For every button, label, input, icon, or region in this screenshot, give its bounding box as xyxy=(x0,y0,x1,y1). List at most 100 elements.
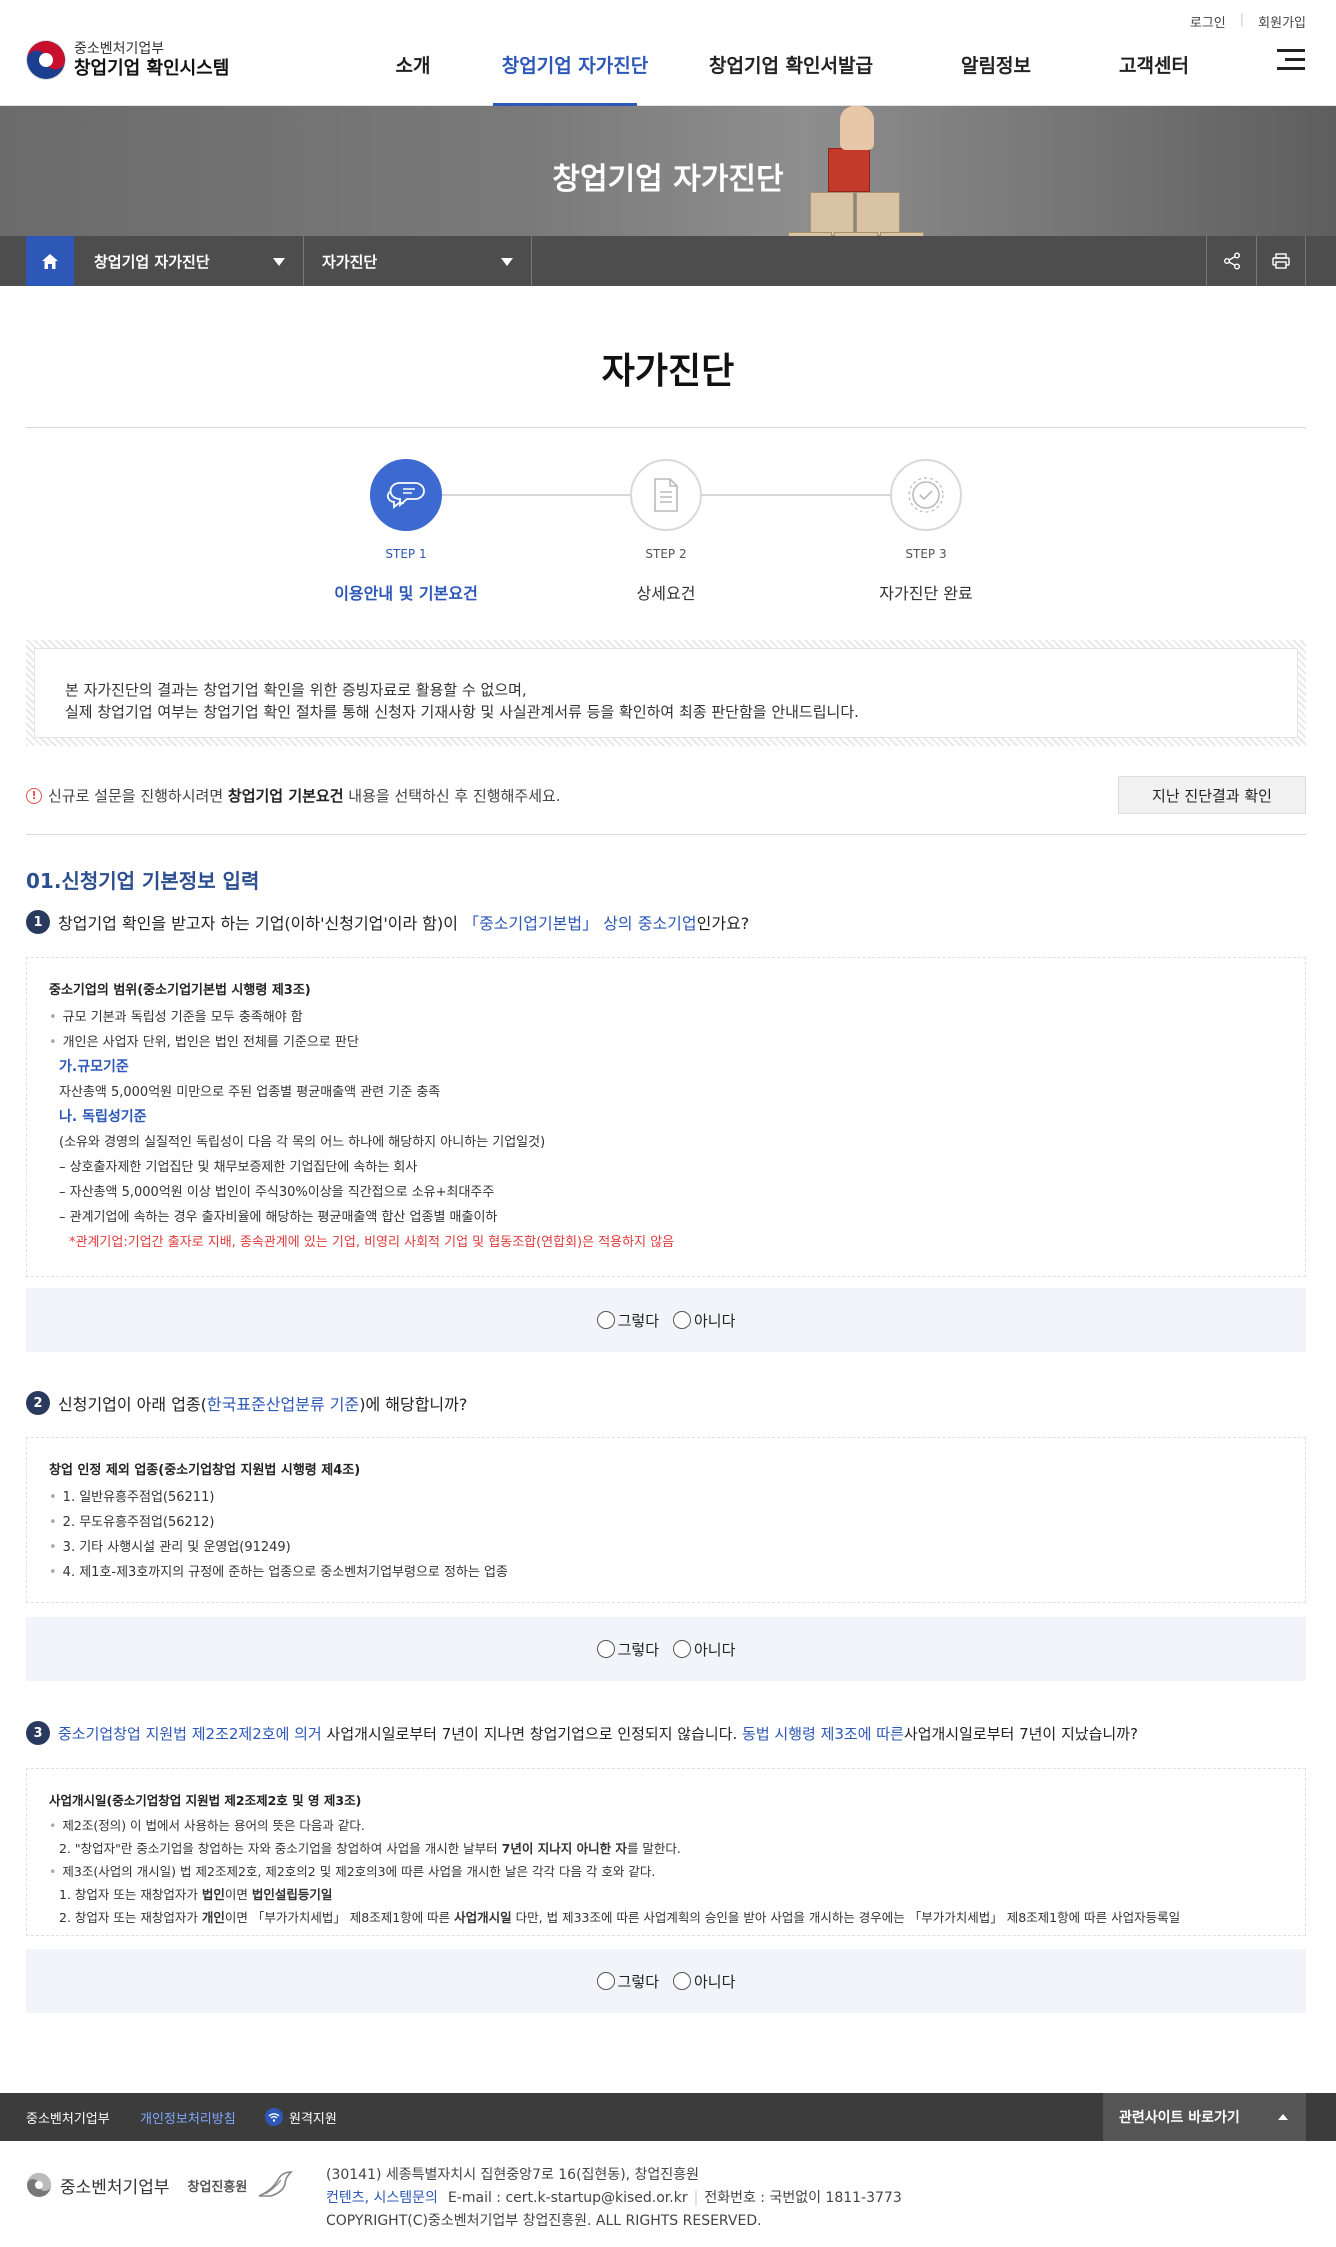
info-bold: 법인 xyxy=(201,1887,225,1902)
related-sites-button[interactable]: 관련사이트 바로가기 xyxy=(1103,2093,1306,2141)
chat-bubble-icon xyxy=(386,482,425,509)
taegeuk-logo-icon xyxy=(26,40,66,80)
footer-link-ministry[interactable]: 중소벤처기업부 xyxy=(26,2093,110,2141)
step-connector xyxy=(701,494,891,496)
q3-text: 사업개시일로부터 7년이 지나면 창업기업으로 인정되지 않습니다. xyxy=(321,1724,743,1743)
q2-yes-radio[interactable]: 그렇다 xyxy=(596,1639,659,1660)
question-2: 2 신청기업이 아래 업종(한국표준산업분류 기준)에 해당합니까? xyxy=(26,1391,467,1415)
section-divider xyxy=(26,834,1306,835)
step1-label: 이용안내 및 기본요건 xyxy=(334,584,478,603)
certified-badge-icon xyxy=(908,477,944,513)
q3-no-radio[interactable]: 아니다 xyxy=(673,1971,735,1992)
footer-copyright: COPYRIGHT(C)중소벤처기업부 창업진흥원. ALL RIGHTS RE… xyxy=(326,2213,762,2229)
location-bar: 창업기업 자가진단 자가진단 xyxy=(0,236,1336,286)
remote-label: 원격지원 xyxy=(289,2111,337,2127)
location-depth2[interactable]: 자가진단 xyxy=(304,236,532,286)
nav-notice[interactable]: 알림정보 xyxy=(951,51,1041,78)
nav-self-diagnosis[interactable]: 창업기업 자가진단 xyxy=(493,51,657,78)
logo-ministry: 중소벤처기업부 xyxy=(74,40,165,57)
q1-text: 창업기업 확인을 받고자 하는 기업(이하'신청기업'이라 함)이 xyxy=(58,914,464,933)
guide-text-pre: 신규로 설문을 진행하시려면 xyxy=(48,787,228,805)
past-result-button[interactable]: 지난 진단결과 확인 xyxy=(1118,776,1306,814)
info-text: 1. 창업자 또는 재창업자가 xyxy=(59,1887,202,1902)
kised-bird-logo-icon xyxy=(258,2171,294,2197)
q3-yes-radio[interactable]: 그렇다 xyxy=(596,1971,659,1992)
step2-label: 상세요건 xyxy=(636,584,696,603)
guide-text-bold: 창업기업 기본요건 xyxy=(227,787,344,805)
q2-kis-link[interactable]: 한국표준산업분류 기준 xyxy=(207,1395,359,1414)
caret-down-icon xyxy=(273,258,285,266)
share-icon[interactable] xyxy=(1206,236,1256,286)
radio-label: 그렇다 xyxy=(617,1311,659,1330)
step1-circle xyxy=(370,459,442,531)
footer-contact-link[interactable]: 컨텐츠, 시스템문의 xyxy=(326,2190,438,2206)
site-header: 로그인 | 회원가입 중소벤처기업부 창업기업 확인시스템 소개 창업기업 자가… xyxy=(0,0,1336,106)
footer-link-remote[interactable]: 원격지원 xyxy=(265,2093,337,2141)
q2-no-radio[interactable]: 아니다 xyxy=(673,1639,735,1660)
info-bold: 개인 xyxy=(201,1910,225,1925)
info-bullet: 4. 제1호-제3호까지의 규정에 준하는 업종으로 중소벤처기업부령으로 정하… xyxy=(62,1565,508,1580)
footer-link-privacy[interactable]: 개인정보처리방침 xyxy=(140,2093,236,2141)
q3-text-end: 사업개시일로부터 7년이 지났습니까? xyxy=(903,1724,1138,1743)
info-text: 2. 창업자 또는 재창업자가 xyxy=(59,1910,202,1925)
location-depth2-label: 자가진단 xyxy=(322,252,378,271)
q2-info-box: 창업 인정 제외 업종(중소기업창업 지원법 시행령 제4조) • 1. 일반유흥… xyxy=(26,1437,1306,1603)
info-heading: 사업개시일(중소기업창업 지원법 제2조제2호 및 영 제3조) xyxy=(49,1793,362,1808)
radio-label: 그렇다 xyxy=(617,1972,659,1991)
wifi-icon xyxy=(265,2108,283,2126)
q2-text: 신청기업이 아래 업종( xyxy=(58,1395,207,1414)
section-title: 01.신청기업 기본정보 입력 xyxy=(26,869,260,893)
footer-bar: 중소벤처기업부 개인정보처리방침 원격지원 관련사이트 바로가기 xyxy=(0,2093,1336,2141)
site-logo[interactable]: 중소벤처기업부 창업기업 확인시스템 xyxy=(26,40,229,80)
footer-email: E-mail : cert.k-startup@kised.or.kr xyxy=(447,2190,688,2206)
q1-law-link[interactable]: 「중소기업기본법」 상의 중소기업 xyxy=(463,914,697,933)
q3-law-link[interactable]: 중소기업창업 지원법 제2조2제2호에 의거 xyxy=(58,1725,322,1743)
print-icon[interactable] xyxy=(1256,236,1306,286)
info-subheading: 가.규모기준 xyxy=(59,1059,129,1075)
info-bullet: 규모 기본과 독립성 기준을 모두 충족해야 함 xyxy=(62,1010,303,1025)
radio-label: 아니다 xyxy=(694,1311,736,1330)
footer-address: (30141) 세종특별자치시 집현중앙7로 16(집현동), 창업진흥원 컨텐… xyxy=(326,2164,902,2233)
location-depth1-label: 창업기업 자가진단 xyxy=(94,252,210,271)
info-heading: 창업 인정 제외 업종(중소기업창업 지원법 시행령 제4조) xyxy=(49,1463,361,1478)
location-depth1[interactable]: 창업기업 자가진단 xyxy=(74,236,304,286)
step3-circle xyxy=(890,459,962,531)
radio-label: 그렇다 xyxy=(617,1640,659,1659)
info-heading: 중소기업의 범위(중소기업기본법 시행령 제3조) xyxy=(49,983,311,998)
home-icon[interactable] xyxy=(26,236,74,286)
q2-text-end: )에 해당합니까? xyxy=(359,1395,468,1414)
title-divider xyxy=(26,427,1306,428)
question-number: 2 xyxy=(26,1391,50,1415)
info-bold: 사업개시일 xyxy=(454,1910,512,1925)
main-nav: 소개 창업기업 자가진단 창업기업 확인서발급 알림정보 고객센터 xyxy=(385,51,1199,78)
q1-text-end: 인가요? xyxy=(696,914,750,933)
notice-box: 본 자가진단의 결과는 창업기업 확인을 위한 증빙자료로 활용할 수 없으며,… xyxy=(26,640,1306,746)
exclamation-icon: ! xyxy=(26,787,42,804)
q3-answer-row: 그렇다 아니다 xyxy=(26,1949,1306,2013)
q1-yes-radio[interactable]: 그렇다 xyxy=(596,1310,659,1331)
info-text: – 자산총액 5,000억원 이상 법인이 주식30%이상을 직간접으로 소유+… xyxy=(59,1185,495,1200)
util-divider: | xyxy=(1239,12,1245,27)
info-bullet: 제3조(사업의 개시일) 법 제2조제2호, 제2호의2 및 제2호의3에 따른… xyxy=(62,1864,656,1879)
question-number: 3 xyxy=(26,1721,50,1745)
login-link[interactable]: 로그인 xyxy=(1190,12,1226,31)
logo-system-name: 창업기업 확인시스템 xyxy=(74,57,230,79)
menu-icon[interactable] xyxy=(1277,49,1305,71)
info-subheading: 나. 독립성기준 xyxy=(59,1109,147,1125)
footer-logo-kised: 창업진흥원 xyxy=(187,2179,248,2195)
info-text: – 관계기업에 속하는 경우 출자비율에 해당하는 평균매출액 합산 업종별 매… xyxy=(59,1210,498,1225)
q1-no-radio[interactable]: 아니다 xyxy=(673,1310,735,1331)
nav-intro[interactable]: 소개 xyxy=(385,51,441,78)
signup-link[interactable]: 회원가입 xyxy=(1258,12,1306,31)
question-3: 3 중소기업창업 지원법 제2조2제2호에 의거 사업개시일로부터 7년이 지나… xyxy=(26,1721,1138,1745)
info-text: (소유와 경영의 실질적인 독립성이 다음 각 목의 어느 하나에 해당하지 아… xyxy=(59,1135,546,1150)
q2-answer-row: 그렇다 아니다 xyxy=(26,1617,1306,1681)
related-sites-label: 관련사이트 바로가기 xyxy=(1119,2110,1240,2126)
step2-circle xyxy=(630,459,702,531)
footer-logos: 중소벤처기업부 창업진흥원 xyxy=(26,2170,295,2200)
info-text: 이면 「부가가치세법」 제8조제1항에 따른 xyxy=(224,1910,455,1925)
q3-info-box: 사업개시일(중소기업창업 지원법 제2조제2호 및 영 제3조) • 제2조(정의… xyxy=(26,1768,1306,1936)
nav-certificate[interactable]: 창업기업 확인서발급 xyxy=(703,51,879,78)
q3-decree-link[interactable]: 동법 시행령 제3조에 따른 xyxy=(742,1725,904,1743)
nav-support[interactable]: 고객센터 xyxy=(1109,51,1199,78)
